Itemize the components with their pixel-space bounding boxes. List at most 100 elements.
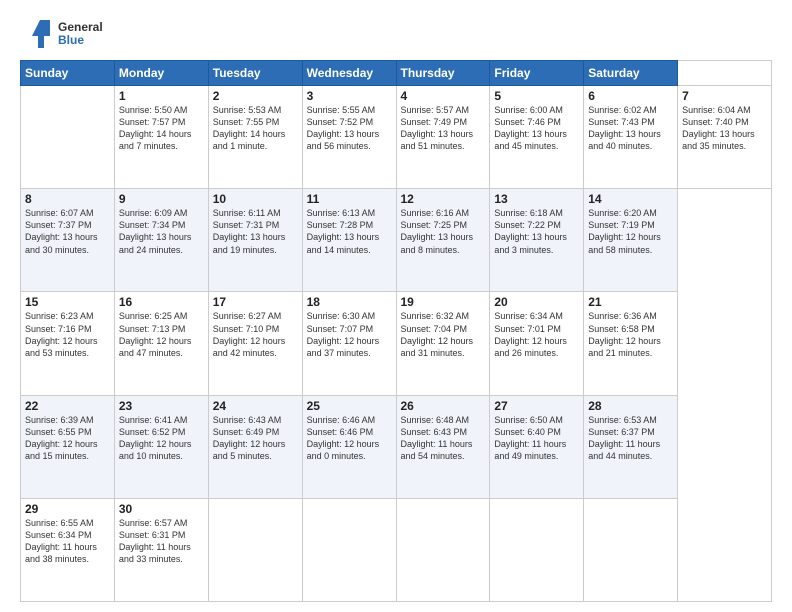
calendar-cell: 19Sunrise: 6:32 AMSunset: 7:04 PMDayligh… <box>396 292 490 395</box>
day-info: Sunrise: 6:00 AMSunset: 7:46 PMDaylight:… <box>494 104 579 153</box>
calendar-cell: 5Sunrise: 6:00 AMSunset: 7:46 PMDaylight… <box>490 86 584 189</box>
day-info: Sunrise: 6:23 AMSunset: 7:16 PMDaylight:… <box>25 310 110 359</box>
day-number: 22 <box>25 399 110 413</box>
day-number: 30 <box>119 502 204 516</box>
day-info: Sunrise: 6:02 AMSunset: 7:43 PMDaylight:… <box>588 104 673 153</box>
day-info: Sunrise: 6:09 AMSunset: 7:34 PMDaylight:… <box>119 207 204 256</box>
day-info: Sunrise: 6:25 AMSunset: 7:13 PMDaylight:… <box>119 310 204 359</box>
logo-graphic <box>20 16 56 52</box>
day-info: Sunrise: 6:53 AMSunset: 6:37 PMDaylight:… <box>588 414 673 463</box>
calendar-cell: 7Sunrise: 6:04 AMSunset: 7:40 PMDaylight… <box>678 86 772 189</box>
calendar-cell: 10Sunrise: 6:11 AMSunset: 7:31 PMDayligh… <box>208 189 302 292</box>
day-header-thursday: Thursday <box>396 61 490 86</box>
calendar-cell <box>584 498 678 601</box>
day-info: Sunrise: 6:16 AMSunset: 7:25 PMDaylight:… <box>401 207 486 256</box>
calendar-cell: 27Sunrise: 6:50 AMSunset: 6:40 PMDayligh… <box>490 395 584 498</box>
calendar-cell: 1Sunrise: 5:50 AMSunset: 7:57 PMDaylight… <box>114 86 208 189</box>
day-number: 7 <box>682 89 767 103</box>
day-header-monday: Monday <box>114 61 208 86</box>
calendar-cell: 6Sunrise: 6:02 AMSunset: 7:43 PMDaylight… <box>584 86 678 189</box>
day-number: 12 <box>401 192 486 206</box>
day-info: Sunrise: 6:13 AMSunset: 7:28 PMDaylight:… <box>307 207 392 256</box>
calendar-cell: 30Sunrise: 6:57 AMSunset: 6:31 PMDayligh… <box>114 498 208 601</box>
day-number: 23 <box>119 399 204 413</box>
day-info: Sunrise: 5:50 AMSunset: 7:57 PMDaylight:… <box>119 104 204 153</box>
calendar-cell: 15Sunrise: 6:23 AMSunset: 7:16 PMDayligh… <box>21 292 115 395</box>
day-number: 6 <box>588 89 673 103</box>
calendar-cell <box>302 498 396 601</box>
calendar-cell: 28Sunrise: 6:53 AMSunset: 6:37 PMDayligh… <box>584 395 678 498</box>
calendar-cell <box>21 86 115 189</box>
day-info: Sunrise: 6:43 AMSunset: 6:49 PMDaylight:… <box>213 414 298 463</box>
calendar-cell: 8Sunrise: 6:07 AMSunset: 7:37 PMDaylight… <box>21 189 115 292</box>
day-info: Sunrise: 6:18 AMSunset: 7:22 PMDaylight:… <box>494 207 579 256</box>
calendar-cell: 29Sunrise: 6:55 AMSunset: 6:34 PMDayligh… <box>21 498 115 601</box>
logo-line2: Blue <box>58 34 103 47</box>
day-number: 25 <box>307 399 392 413</box>
day-number: 13 <box>494 192 579 206</box>
day-header-sunday: Sunday <box>21 61 115 86</box>
calendar-header-row: SundayMondayTuesdayWednesdayThursdayFrid… <box>21 61 772 86</box>
day-info: Sunrise: 5:55 AMSunset: 7:52 PMDaylight:… <box>307 104 392 153</box>
day-info: Sunrise: 6:36 AMSunset: 6:58 PMDaylight:… <box>588 310 673 359</box>
day-info: Sunrise: 6:46 AMSunset: 6:46 PMDaylight:… <box>307 414 392 463</box>
day-info: Sunrise: 6:27 AMSunset: 7:10 PMDaylight:… <box>213 310 298 359</box>
day-number: 18 <box>307 295 392 309</box>
day-number: 3 <box>307 89 392 103</box>
day-info: Sunrise: 6:04 AMSunset: 7:40 PMDaylight:… <box>682 104 767 153</box>
calendar-cell: 4Sunrise: 5:57 AMSunset: 7:49 PMDaylight… <box>396 86 490 189</box>
calendar-cell: 20Sunrise: 6:34 AMSunset: 7:01 PMDayligh… <box>490 292 584 395</box>
day-info: Sunrise: 6:34 AMSunset: 7:01 PMDaylight:… <box>494 310 579 359</box>
week-row-2: 8Sunrise: 6:07 AMSunset: 7:37 PMDaylight… <box>21 189 772 292</box>
day-number: 19 <box>401 295 486 309</box>
day-number: 2 <box>213 89 298 103</box>
day-number: 27 <box>494 399 579 413</box>
day-number: 8 <box>25 192 110 206</box>
calendar-cell: 11Sunrise: 6:13 AMSunset: 7:28 PMDayligh… <box>302 189 396 292</box>
day-info: Sunrise: 6:20 AMSunset: 7:19 PMDaylight:… <box>588 207 673 256</box>
logo: General Blue <box>20 16 103 52</box>
calendar-cell: 18Sunrise: 6:30 AMSunset: 7:07 PMDayligh… <box>302 292 396 395</box>
day-number: 20 <box>494 295 579 309</box>
day-header-tuesday: Tuesday <box>208 61 302 86</box>
day-number: 21 <box>588 295 673 309</box>
day-number: 29 <box>25 502 110 516</box>
calendar-cell: 21Sunrise: 6:36 AMSunset: 6:58 PMDayligh… <box>584 292 678 395</box>
calendar-table: SundayMondayTuesdayWednesdayThursdayFrid… <box>20 60 772 602</box>
calendar-body: 1Sunrise: 5:50 AMSunset: 7:57 PMDaylight… <box>21 86 772 602</box>
day-info: Sunrise: 6:41 AMSunset: 6:52 PMDaylight:… <box>119 414 204 463</box>
page: General Blue SundayMondayTuesdayWednesda… <box>0 0 792 612</box>
calendar-cell: 3Sunrise: 5:55 AMSunset: 7:52 PMDaylight… <box>302 86 396 189</box>
day-info: Sunrise: 6:07 AMSunset: 7:37 PMDaylight:… <box>25 207 110 256</box>
calendar-cell <box>396 498 490 601</box>
calendar-cell: 9Sunrise: 6:09 AMSunset: 7:34 PMDaylight… <box>114 189 208 292</box>
day-number: 11 <box>307 192 392 206</box>
calendar-cell: 25Sunrise: 6:46 AMSunset: 6:46 PMDayligh… <box>302 395 396 498</box>
week-row-5: 29Sunrise: 6:55 AMSunset: 6:34 PMDayligh… <box>21 498 772 601</box>
day-number: 5 <box>494 89 579 103</box>
calendar-cell: 17Sunrise: 6:27 AMSunset: 7:10 PMDayligh… <box>208 292 302 395</box>
day-number: 1 <box>119 89 204 103</box>
day-number: 16 <box>119 295 204 309</box>
day-info: Sunrise: 6:57 AMSunset: 6:31 PMDaylight:… <box>119 517 204 566</box>
day-info: Sunrise: 6:48 AMSunset: 6:43 PMDaylight:… <box>401 414 486 463</box>
calendar-cell <box>208 498 302 601</box>
calendar-cell: 23Sunrise: 6:41 AMSunset: 6:52 PMDayligh… <box>114 395 208 498</box>
day-number: 9 <box>119 192 204 206</box>
day-info: Sunrise: 5:53 AMSunset: 7:55 PMDaylight:… <box>213 104 298 153</box>
day-number: 15 <box>25 295 110 309</box>
day-number: 14 <box>588 192 673 206</box>
calendar-cell: 2Sunrise: 5:53 AMSunset: 7:55 PMDaylight… <box>208 86 302 189</box>
day-info: Sunrise: 6:39 AMSunset: 6:55 PMDaylight:… <box>25 414 110 463</box>
day-header-saturday: Saturday <box>584 61 678 86</box>
calendar-cell: 22Sunrise: 6:39 AMSunset: 6:55 PMDayligh… <box>21 395 115 498</box>
calendar-cell: 24Sunrise: 6:43 AMSunset: 6:49 PMDayligh… <box>208 395 302 498</box>
calendar-cell: 26Sunrise: 6:48 AMSunset: 6:43 PMDayligh… <box>396 395 490 498</box>
day-header-friday: Friday <box>490 61 584 86</box>
day-number: 17 <box>213 295 298 309</box>
day-number: 24 <box>213 399 298 413</box>
calendar-cell: 14Sunrise: 6:20 AMSunset: 7:19 PMDayligh… <box>584 189 678 292</box>
calendar-cell: 13Sunrise: 6:18 AMSunset: 7:22 PMDayligh… <box>490 189 584 292</box>
day-header-wednesday: Wednesday <box>302 61 396 86</box>
calendar-cell: 12Sunrise: 6:16 AMSunset: 7:25 PMDayligh… <box>396 189 490 292</box>
